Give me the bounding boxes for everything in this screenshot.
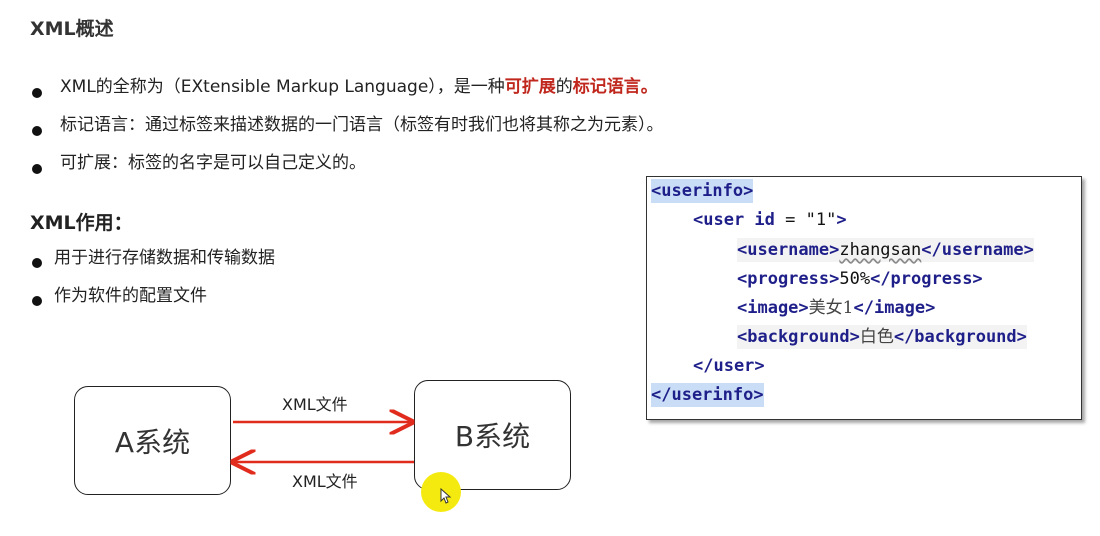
code-line-background: <background>白色</background> [737, 325, 1027, 349]
mouse-pointer-icon [440, 488, 452, 504]
code-line-root-close: </userinfo> [651, 383, 764, 407]
xml-code-panel: <userinfo> <user id = "1"> <username>zha… [646, 176, 1082, 420]
arrow-b-to-a-label: XML文件 [292, 472, 358, 491]
code-line-root-open: <userinfo> [651, 179, 754, 203]
code-line-image: <image>美女1</image> [737, 298, 936, 318]
cursor-highlight [421, 472, 461, 512]
code-line-username: <username>zhangsan</username> [737, 238, 1034, 262]
code-line-user-open: <user id = "1"> [693, 210, 847, 230]
code-line-progress: <progress>50%</progress> [737, 269, 983, 289]
arrow-a-to-b-label: XML文件 [282, 395, 348, 414]
code-line-user-close: </user> [693, 356, 765, 376]
